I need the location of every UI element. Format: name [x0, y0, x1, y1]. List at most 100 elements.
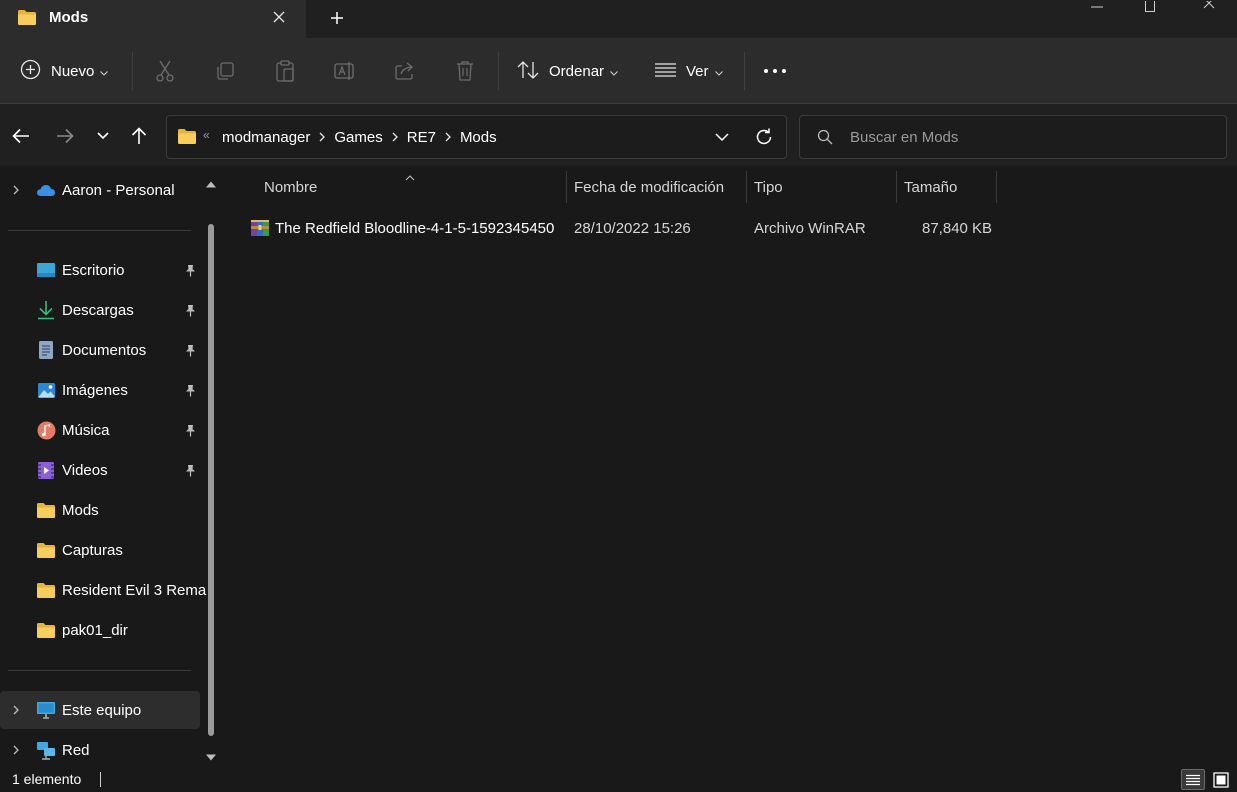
breadcrumb-re7[interactable]: RE7 — [407, 129, 436, 146]
chevron-down-icon — [714, 63, 723, 79]
sort-button[interactable]: Ordenar — [517, 38, 618, 104]
sidebar-item-music[interactable]: Música — [0, 411, 200, 449]
sidebar-item-label: pak01_dir — [62, 622, 128, 639]
column-header-label: Fecha de modificación — [574, 178, 725, 196]
file-name: The Redfield Bloodline-4-1-5-1592345450 — [275, 220, 555, 237]
address-overflow[interactable]: « — [203, 128, 210, 142]
sidebar-item-label: Imágenes — [62, 382, 128, 399]
more-icon[interactable] — [762, 58, 788, 84]
breadcrumb-mods[interactable]: Mods — [460, 129, 497, 146]
chevron-right-icon[interactable] — [319, 130, 326, 145]
cut-icon[interactable] — [152, 58, 178, 84]
scroll-down-icon[interactable] — [206, 748, 216, 764]
search-icon — [817, 129, 833, 148]
close-tab-icon[interactable] — [268, 6, 290, 28]
maximize-button[interactable] — [1127, 0, 1173, 14]
sidebar-item-resident-evil-3[interactable]: Resident Evil 3 Rema — [0, 571, 206, 609]
toolbar-divider — [498, 52, 499, 90]
scroll-up-icon[interactable] — [206, 175, 216, 191]
column-header-modified[interactable]: Fecha de modificación — [574, 171, 724, 203]
sidebar-item-videos[interactable]: Videos — [0, 451, 200, 489]
back-arrow-icon[interactable] — [8, 123, 34, 149]
sidebar-scrollbar[interactable] — [205, 166, 217, 766]
close-window-button[interactable] — [1186, 0, 1232, 14]
breadcrumb-games[interactable]: Games — [334, 129, 382, 146]
sidebar-item-label: Videos — [62, 462, 108, 479]
computer-icon — [36, 701, 56, 719]
pin-icon[interactable] — [183, 463, 197, 477]
music-icon — [36, 421, 56, 439]
recent-locations-chevron-icon[interactable] — [90, 123, 116, 149]
pin-icon[interactable] — [183, 423, 197, 437]
winrar-icon — [250, 219, 270, 240]
chevron-right-icon[interactable] — [9, 702, 23, 718]
sidebar-item-pak01-dir[interactable]: pak01_dir — [0, 611, 200, 649]
breadcrumb-modmanager[interactable]: modmanager — [222, 129, 310, 146]
sidebar-item-label: Mods — [62, 502, 99, 519]
share-icon[interactable] — [392, 58, 418, 84]
pin-icon[interactable] — [183, 263, 197, 277]
sort-icon — [517, 60, 539, 83]
copy-icon[interactable] — [212, 58, 238, 84]
column-divider[interactable] — [996, 171, 997, 203]
pin-icon[interactable] — [183, 303, 197, 317]
details-view-icon[interactable] — [1181, 769, 1205, 790]
sidebar-item-this-pc[interactable]: Este equipo — [0, 691, 200, 729]
folder-icon — [177, 128, 197, 148]
new-button[interactable]: Nuevo — [20, 38, 109, 104]
column-header-type[interactable]: Tipo — [754, 171, 783, 203]
new-tab-button[interactable] — [325, 6, 349, 30]
sidebar-item-documents[interactable]: Documentos — [0, 331, 200, 369]
delete-icon[interactable] — [452, 58, 478, 84]
sidebar-item-label: Resident Evil 3 Rema — [62, 582, 207, 599]
view-button[interactable]: Ver — [655, 38, 723, 104]
desktop-icon — [36, 261, 56, 279]
chevron-right-icon[interactable] — [9, 742, 23, 758]
sidebar-item-label: Este equipo — [62, 702, 142, 719]
sort-ascending-icon — [405, 168, 415, 184]
tiles-view-icon[interactable] — [1209, 769, 1233, 790]
column-header-size[interactable]: Tamaño — [904, 171, 957, 203]
network-icon — [36, 741, 56, 760]
sidebar-item-downloads[interactable]: Descargas — [0, 291, 200, 329]
sidebar-item-mods[interactable]: Mods — [0, 491, 200, 529]
folder-icon — [17, 9, 37, 29]
file-modified: 28/10/2022 15:26 — [574, 220, 691, 237]
up-arrow-icon[interactable] — [126, 123, 152, 149]
tab-mods[interactable]: Mods — [0, 0, 306, 38]
chevron-down-icon — [610, 63, 618, 79]
pin-icon[interactable] — [183, 343, 197, 357]
minimize-button[interactable] — [1074, 0, 1120, 14]
folder-icon — [36, 621, 56, 639]
table-row[interactable]: The Redfield Bloodline-4-1-5-1592345450 … — [244, 212, 1004, 244]
file-list: Nombre Fecha de modificación Tipo Tamaño… — [227, 166, 1237, 766]
search-input[interactable] — [850, 126, 1210, 148]
address-bar[interactable]: « modmanager Games RE7 Mods — [166, 115, 787, 159]
chevron-right-icon[interactable] — [445, 130, 451, 145]
column-divider[interactable] — [896, 171, 897, 203]
sidebar-item-label: Red — [62, 742, 90, 759]
column-divider[interactable] — [566, 171, 567, 203]
rename-icon[interactable] — [332, 58, 358, 84]
sidebar-item-pictures[interactable]: Imágenes — [0, 371, 200, 409]
breadcrumb: modmanager Games RE7 Mods — [222, 116, 497, 158]
file-size: 87,840 KB — [922, 220, 993, 237]
chevron-right-icon[interactable] — [392, 130, 398, 145]
paste-icon[interactable] — [272, 58, 298, 84]
scrollbar-thumb[interactable] — [208, 224, 214, 736]
refresh-icon[interactable] — [752, 125, 776, 149]
sidebar-item-capturas[interactable]: Capturas — [0, 531, 200, 569]
forward-arrow-icon[interactable] — [52, 123, 78, 149]
column-header-name[interactable]: Nombre — [264, 171, 317, 203]
sidebar-item-desktop[interactable]: Escritorio — [0, 251, 200, 289]
chevron-right-icon[interactable] — [9, 182, 23, 198]
pin-icon[interactable] — [183, 383, 197, 397]
sidebar-item-network[interactable]: Red — [0, 731, 200, 769]
folder-icon — [36, 581, 56, 599]
search-box[interactable] — [799, 115, 1227, 159]
sidebar-item-onedrive[interactable]: Aaron - Personal — [0, 171, 200, 209]
title-bar: Mods — [0, 0, 1237, 38]
sidebar-item-label: Música — [62, 422, 110, 439]
column-divider[interactable] — [746, 171, 747, 203]
address-history-chevron-icon[interactable] — [710, 125, 734, 149]
